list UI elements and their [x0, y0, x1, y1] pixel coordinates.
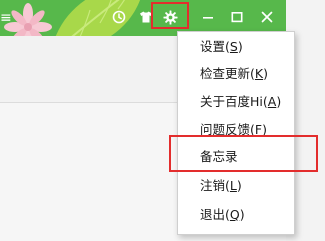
minimize-button[interactable]: [199, 8, 217, 26]
close-icon: [261, 11, 273, 23]
menu-item-memo[interactable]: 备忘录: [200, 145, 238, 169]
minimize-icon: [203, 17, 213, 19]
menu-item-label: 问题反馈: [200, 122, 251, 137]
divider: [0, 102, 180, 103]
close-button[interactable]: [258, 8, 276, 26]
menu-item-exit[interactable]: 退出(Q): [200, 203, 245, 227]
menu-item-hotkey: L: [229, 178, 237, 193]
settings-dropdown-menu: 设置(S) 检查更新(K) 关于百度Hi(A) 问题反馈(F) 备忘录 注销(L…: [177, 31, 295, 235]
menu-item-settings[interactable]: 设置(S): [200, 35, 243, 59]
gear-icon: [162, 9, 178, 25]
menu-item-hotkey: K: [254, 66, 264, 81]
leaf-decoration: [55, 0, 140, 36]
settings-button[interactable]: [161, 8, 179, 26]
menu-item-logout[interactable]: 注销(L): [200, 174, 242, 198]
menu-item-hotkey: F: [254, 122, 263, 137]
menu-item-hotkey: A: [267, 94, 277, 109]
menu-item-label: 设置: [200, 39, 226, 54]
menu-glyph: ≡: [0, 10, 12, 26]
menu-item-hotkey: S: [229, 39, 238, 54]
skin-button[interactable]: [137, 8, 155, 26]
menu-item-label: 检查更新: [200, 66, 251, 81]
menu-item-label: 退出: [200, 207, 226, 222]
menu-item-label: 备忘录: [200, 149, 238, 164]
menu-item-label: 关于百度Hi: [200, 94, 263, 109]
menu-item-check-update[interactable]: 检查更新(K): [200, 62, 268, 86]
menu-item-hotkey: Q: [229, 207, 240, 222]
maximize-button[interactable]: [228, 8, 246, 26]
maximize-icon: [231, 11, 243, 23]
history-button[interactable]: [110, 8, 128, 26]
menu-item-about[interactable]: 关于百度Hi(A): [200, 90, 281, 114]
menu-item-feedback[interactable]: 问题反馈(F): [200, 118, 267, 142]
shirt-icon: [140, 11, 152, 23]
clock-icon: [112, 10, 126, 24]
menu-item-label: 注销: [200, 178, 226, 193]
